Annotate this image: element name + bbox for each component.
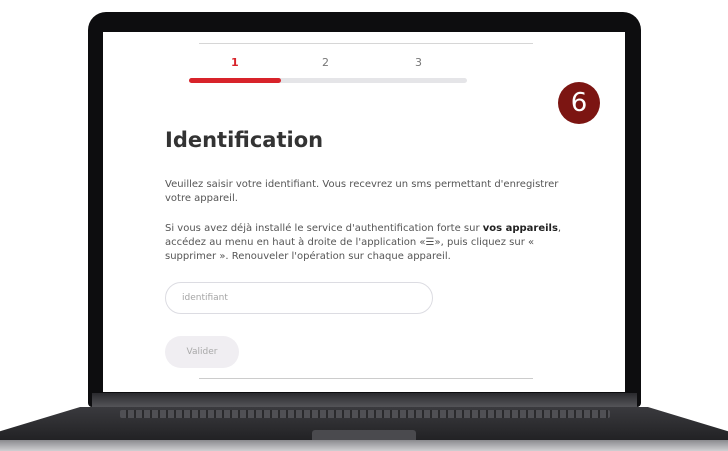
valider-button[interactable]: Valider [165,336,239,368]
laptop-screen: 1 2 3 6 Identification Veuillez saisir v… [103,32,625,392]
step-1: 1 [231,56,239,69]
laptop-base-edge [0,440,728,451]
instructions-part-1: Si vous avez déjà installé le service d'… [165,223,483,234]
progress-track [189,78,467,83]
progress-fill [189,78,281,83]
step-3: 3 [415,56,422,69]
intro-text: Veuillez saisir votre identifiant. Vous … [165,179,559,204]
bottom-divider [199,378,533,379]
laptop-keyboard [120,410,610,418]
top-divider [199,43,533,44]
page-title: Identification [165,128,324,152]
laptop-hinge [92,393,637,407]
instructions-emphasis: vos appareils [482,223,558,234]
step-2: 2 [322,56,329,69]
instructions-text: Si vous avez déjà installé le service d'… [165,222,575,264]
identifiant-input[interactable] [165,282,433,314]
step-number-badge: 6 [558,82,600,124]
